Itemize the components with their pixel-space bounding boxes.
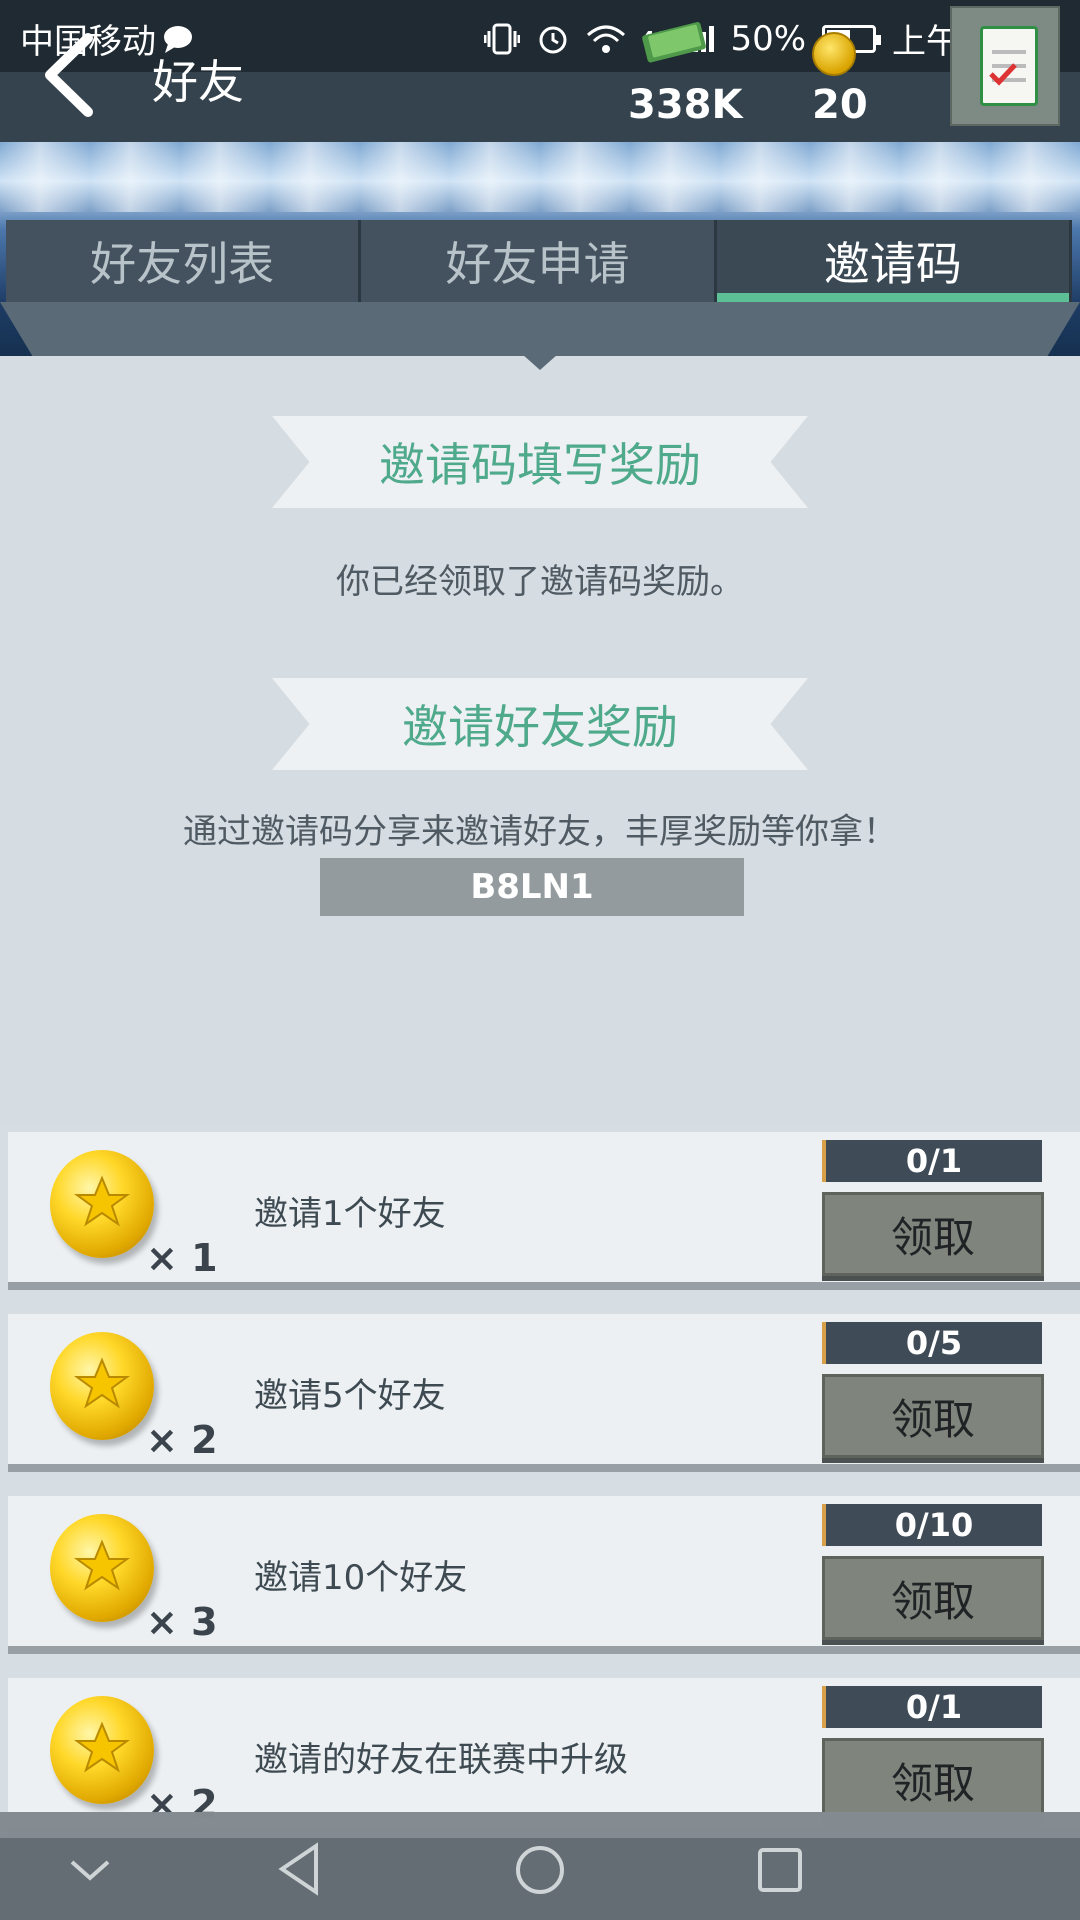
progress-badge: 0/5 [822,1322,1042,1364]
tab-invite-code[interactable]: 邀请码 [716,220,1072,302]
tab-friend-requests[interactable]: 好友申请 [361,220,717,302]
invite-code-reward-ribbon: 邀请码填写奖励 [272,416,808,508]
gold-coin-icon [50,1332,154,1440]
reward-multiplier: × 3 [146,1600,218,1644]
reward-label: 邀请10个好友 [254,1558,468,1598]
task-list-button[interactable] [950,6,1060,126]
wifi-icon [587,25,626,53]
reward-multiplier: × 2 [146,1418,218,1462]
back-triangle-icon[interactable] [276,1842,324,1896]
tab-label: 邀请码 [823,237,962,291]
tab-friend-list[interactable]: 好友列表 [6,220,362,302]
tab-pointer [522,354,558,370]
gold-coin-icon [50,1696,154,1804]
ribbon-title: 邀请好友奖励 [402,700,678,754]
reward-row: × 1 邀请1个好友 0/1 领取 [8,1132,1080,1290]
battery-percent: 50% [730,18,807,59]
claim-button[interactable]: 领取 [822,1556,1044,1640]
tab-underbar [0,302,1080,356]
claim-button[interactable]: 领取 [822,1192,1044,1276]
recents-square-icon[interactable] [756,1846,804,1894]
reward-label: 邀请5个好友 [254,1376,446,1416]
reward-label: 邀请的好友在联赛中升级 [254,1740,628,1780]
system-nav-bar [0,1812,1080,1920]
reward-row: × 2 邀请5个好友 0/5 领取 [8,1314,1080,1472]
invite-friends-reward-ribbon: 邀请好友奖励 [272,678,808,770]
invite-code-box[interactable]: B8LN1 [320,858,744,916]
ribbon-title: 邀请码填写奖励 [379,438,701,492]
invite-code-message: 你已经领取了邀请码奖励。 [336,562,744,602]
coin-value: 20 [812,82,868,128]
reward-multiplier: × 1 [146,1236,218,1280]
back-arrow-icon[interactable] [38,30,108,120]
reward-row: × 3 邀请10个好友 0/10 领取 [8,1496,1080,1654]
alarm-icon [539,26,567,53]
checkmark-icon [989,63,1017,86]
cash-icon [642,22,706,63]
progress-badge: 0/1 [822,1140,1042,1182]
reward-label: 邀请1个好友 [254,1194,446,1234]
claim-button[interactable]: 领取 [822,1738,1044,1822]
tab-label: 好友申请 [445,237,630,291]
progress-badge: 0/10 [822,1504,1042,1546]
vibrate-icon [484,23,521,54]
coin-balance-icon [812,32,856,76]
chevron-down-icon[interactable] [68,1856,112,1886]
gold-coin-icon [50,1150,154,1258]
page-title: 好友 [152,55,244,109]
clipboard-line [992,50,1026,54]
invite-friends-message: 通过邀请码分享来邀请好友，丰厚奖励等你拿！ [183,812,897,852]
progress-badge: 0/1 [822,1686,1042,1728]
tab-bar: 好友列表 好友申请 邀请码 [6,220,1072,302]
claim-button[interactable]: 领取 [822,1374,1044,1458]
tab-label: 好友列表 [90,237,275,291]
gold-coin-icon [50,1514,154,1622]
money-value: 338K [628,82,743,128]
home-circle-icon[interactable] [514,1844,566,1896]
